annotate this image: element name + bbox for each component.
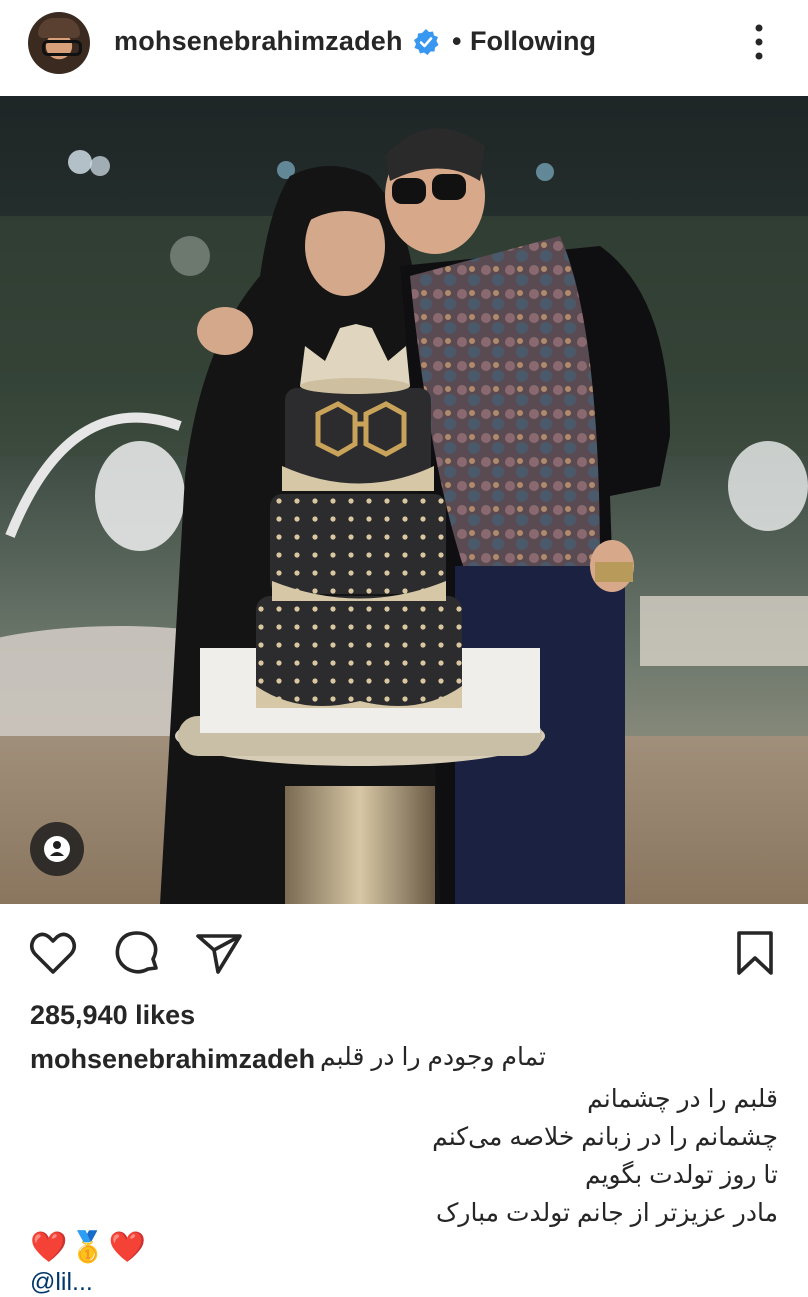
caption-line: تا روز تولدت بگویم [584,1161,778,1189]
likes-count[interactable]: 285,940 likes [30,1000,195,1031]
post-photo[interactable] [0,96,808,904]
comment-icon[interactable] [112,928,162,978]
birthday-photo-illustration [0,96,808,904]
following-button[interactable]: Following [470,26,596,57]
caption-emojis: ❤️🥇❤️ [30,1231,149,1264]
more-vertical-icon[interactable] [750,22,768,62]
comment-preview[interactable]: @lil... [30,1268,93,1297]
caption-username[interactable]: mohsenebrahimzadeh [30,1044,315,1075]
caption-line: مادر عزیزتر از جانم تولدت مبارک [436,1199,778,1227]
heart-icon[interactable] [28,928,78,978]
caption-line: چشمانم را در زبانم خلاصه می‌کنم [432,1123,778,1151]
bookmark-icon[interactable] [730,928,780,978]
send-icon[interactable] [194,928,244,978]
separator-dot: • [452,26,462,56]
post-header: mohsenebrahimzadeh • Following [0,0,808,96]
user-tag-icon[interactable] [30,822,84,876]
post-actions [0,910,808,994]
post-username[interactable]: mohsenebrahimzadeh [114,26,403,57]
caption-first-line: تمام وجودم را در قلبم [320,1043,546,1071]
caption-line: قلبم را در چشمانم [587,1085,778,1113]
verified-badge-icon [414,29,439,55]
avatar[interactable] [28,12,90,74]
